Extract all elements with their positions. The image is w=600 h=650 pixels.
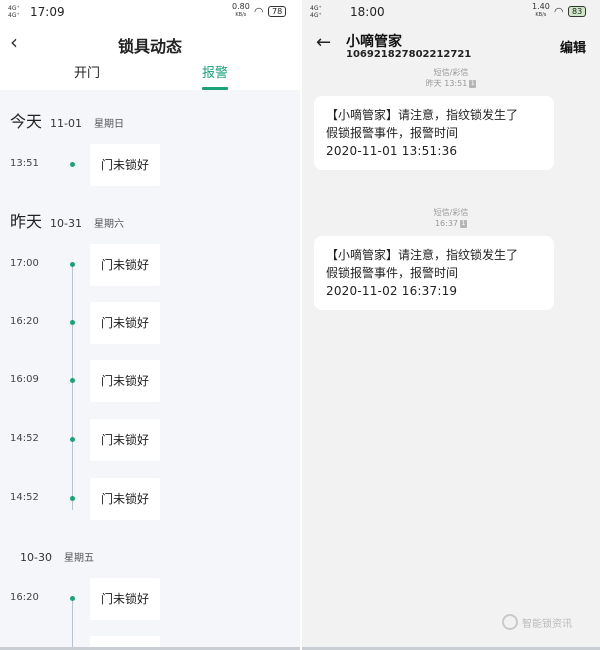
day-weekday: 星期六 [93,219,124,230]
entry-card[interactable]: 门未锁好 [90,578,160,620]
timeline-dot-icon [70,378,75,383]
alarm-entry[interactable]: 14:52 门未锁好 [0,419,300,463]
day-date: 10-30 [20,551,52,564]
watermark: 智能锁资讯 [502,614,572,630]
entry-card[interactable]: 门未锁好 [90,144,160,186]
entry-time: 14:52 [10,433,39,444]
message-timestamp: 16:37 [434,219,459,228]
signal-icon: 4G⁺ 4G⁺ [310,5,322,19]
timeline-dot-icon [70,496,75,501]
right-phone-screen: 4G⁺ 4G⁺ 18:00 1.40 KB/s ◠ 83 ← 小嘀管家 106921… [302,0,600,650]
message-line: 假锁报警事件，报警时间 [326,126,459,140]
alarm-entry[interactable]: 14:52 门未锁好 [0,478,300,522]
battery-icon: 78 [268,6,287,17]
status-bar: 4G⁺ 4G⁺ 17:09 0.80 KB/s ◠ 78 [0,0,300,26]
day-header-yesterday: 昨天 10-31 星期六 [10,208,124,232]
timeline-dot-icon [70,437,75,442]
alarm-entry[interactable]: 16:20 门未锁好 [0,578,300,622]
day-date: 10-31 [50,217,82,230]
entry-time: 13:51 [10,158,39,169]
tab-alarm[interactable]: 报警 [202,62,228,81]
message-line: 【小嘀管家】请注意，指纹锁发生了 [326,108,519,122]
entry-card[interactable]: 门未锁好 [90,244,160,286]
app-header: ‹ 锁具动态 [0,26,300,60]
message-line: 【小嘀管家】请注意，指纹锁发生了 [326,248,519,262]
entry-card[interactable]: 门未锁好 [90,419,160,461]
alarm-entry[interactable]: 13:51 门未锁好 [0,144,300,188]
day-date: 11-01 [50,117,82,130]
signal-icon: 4G⁺ 4G⁺ [8,5,20,19]
page-title: 锁具动态 [117,37,182,56]
network-speed: 1.40 KB/s [532,3,550,19]
message-meta: 短信/彩信 昨天 13:51 1 [302,67,600,89]
timeline-dot-icon [70,596,75,601]
message-meta: 短信/彩信 16:37 1 [302,207,600,229]
status-time: 17:09 [30,5,65,19]
entry-time: 17:00 [10,258,39,269]
timeline-dot-icon [70,320,75,325]
alarm-entry[interactable]: 17:00 门未锁好 [0,244,300,288]
timeline-dot-icon [70,262,75,267]
timeline-dot-icon [70,162,75,167]
entry-time: 16:09 [10,374,39,385]
day-name: 昨天 [10,212,43,231]
message-bubble[interactable]: 【小嘀管家】请注意，指纹锁发生了 假锁报警事件，报警时间 2020-11-01 … [314,96,554,170]
message-timestamp: 昨天 13:51 [425,79,468,88]
timeline: 今天 11-01 星期日 13:51 门未锁好 昨天 10-31 星期六 17:00 门… [0,90,300,650]
network-speed-value: 0.80 [232,2,250,11]
day-header-today: 今天 11-01 星期日 [10,108,124,132]
network-speed-unit: KB/s [235,12,247,18]
network-speed-unit: KB/s [535,12,547,18]
message-line: 假锁报警事件，报警时间 [326,266,459,280]
edit-button[interactable]: 编辑 [560,37,586,56]
battery-icon: 83 [568,6,587,17]
entry-time: 16:20 [10,592,39,603]
message-type: 短信/彩信 [433,208,469,217]
day-weekday: 星期日 [93,119,124,130]
tab-bar: 开门 报警 [0,60,300,90]
back-arrow-icon[interactable]: ← [316,32,331,53]
sim-card-icon: 1 [460,219,468,228]
conversation-header: ← 小嘀管家 106921827802212721 编辑 [302,26,600,64]
left-phone-screen: 4G⁺ 4G⁺ 17:09 0.80 KB/s ◠ 78 ‹ 锁具动态 开门 报警 … [0,0,300,650]
message-type: 短信/彩信 [433,68,469,77]
watermark-logo-icon [502,614,518,630]
entry-card[interactable]: 门未锁好 [90,478,160,520]
entry-time: 14:52 [10,492,39,503]
contact-name: 小嘀管家 [346,34,402,50]
tab-unlock[interactable]: 开门 [74,62,100,81]
day-header-1030: 10-30 星期五 [20,546,94,570]
message-line: 2020-11-01 13:51:36 [326,144,458,158]
message-bubble[interactable]: 【小嘀管家】请注意，指纹锁发生了 假锁报警事件，报警时间 2020-11-02 … [314,236,554,310]
message-line: 2020-11-02 16:37:19 [326,284,458,298]
wifi-icon: ◠ [554,5,564,18]
day-name: 今天 [10,112,43,131]
status-time: 18:00 [350,5,385,19]
wifi-icon: ◠ [254,5,264,18]
network-speed-value: 1.40 [532,2,550,11]
status-bar: 4G⁺ 4G⁺ 18:00 1.40 KB/s ◠ 83 [302,0,600,26]
contact-number: 106921827802212721 [346,49,472,60]
entry-card[interactable]: 门未锁好 [90,302,160,344]
watermark-text: 智能锁资讯 [522,618,572,630]
network-speed: 0.80 KB/s [232,3,250,19]
entry-card[interactable]: 门未锁好 [90,360,160,402]
day-weekday: 星期五 [63,553,94,564]
alarm-entry[interactable]: 16:20 门未锁好 [0,302,300,346]
alarm-entry[interactable]: 16:09 门未锁好 [0,360,300,404]
entry-time: 16:20 [10,316,39,327]
sim-card-icon: 1 [469,79,477,88]
